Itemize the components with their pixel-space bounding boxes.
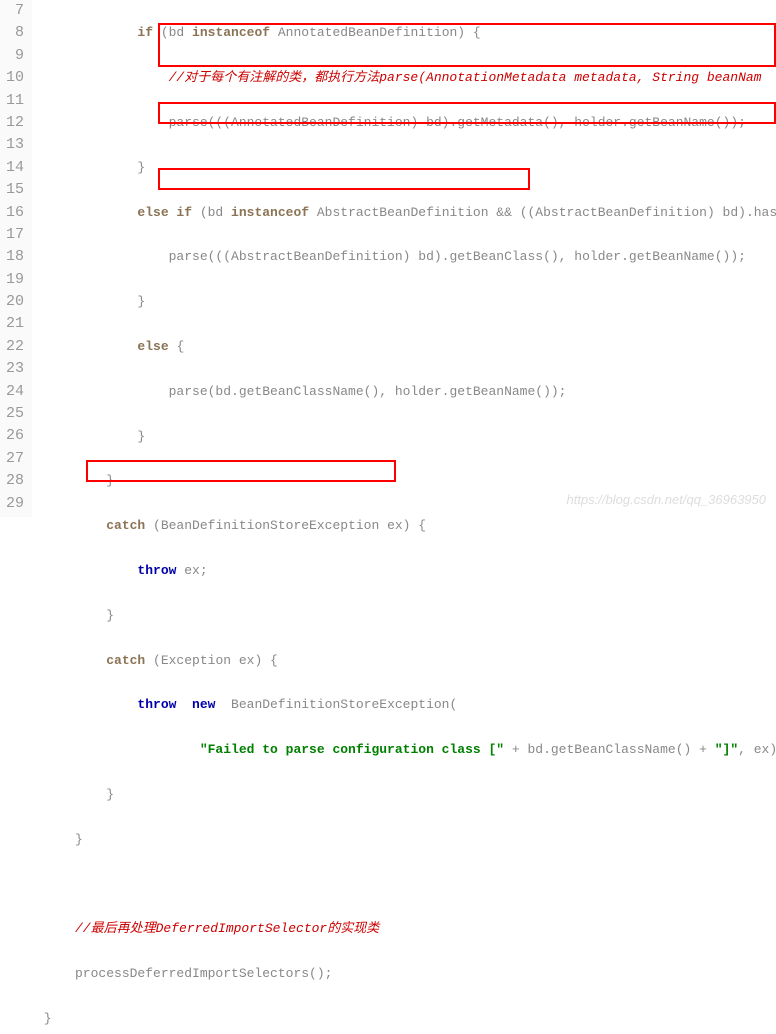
code-line: //最后再处理DeferredImportSelector的实现类 <box>36 918 776 940</box>
ln: 24 <box>0 381 24 403</box>
ln: 29 <box>0 493 24 515</box>
code-line: } <box>36 605 776 627</box>
code-line: if (bd instanceof AnnotatedBeanDefinitio… <box>36 22 776 44</box>
ln: 28 <box>0 470 24 492</box>
ln: 27 <box>0 448 24 470</box>
ln: 26 <box>0 425 24 447</box>
ln: 12 <box>0 112 24 134</box>
code-line: catch (BeanDefinitionStoreException ex) … <box>36 515 776 537</box>
ln: 23 <box>0 358 24 380</box>
ln: 9 <box>0 45 24 67</box>
code-area: if (bd instanceof AnnotatedBeanDefinitio… <box>32 0 776 517</box>
ln: 25 <box>0 403 24 425</box>
ln: 21 <box>0 313 24 335</box>
ln: 19 <box>0 269 24 291</box>
code-line: throw new BeanDefinitionStoreException( <box>36 694 776 716</box>
code-line: else if (bd instanceof AbstractBeanDefin… <box>36 202 776 224</box>
code-line: parse(bd.getBeanClassName(), holder.getB… <box>36 381 776 403</box>
code-line: parse(((AbstractBeanDefinition) bd).getB… <box>36 246 776 268</box>
code-line: } <box>36 1008 776 1030</box>
code-line: } <box>36 157 776 179</box>
code-line: parse(((AnnotatedBeanDefinition) bd).get… <box>36 112 776 134</box>
ln: 20 <box>0 291 24 313</box>
ln: 8 <box>0 22 24 44</box>
code-line: } <box>36 470 776 492</box>
line-number-gutter: 7 8 9 10 11 12 13 14 15 16 17 18 19 20 2… <box>0 0 32 517</box>
ln: 11 <box>0 90 24 112</box>
code-line <box>36 874 776 896</box>
ln: 13 <box>0 134 24 156</box>
ln: 15 <box>0 179 24 201</box>
code-line: } <box>36 426 776 448</box>
ln: 14 <box>0 157 24 179</box>
code-line: //对于每个有注解的类，都执行方法parse(AnnotationMetadat… <box>36 67 776 89</box>
watermark: https://blog.csdn.net/qq_36963950 <box>567 492 767 507</box>
ln: 7 <box>0 0 24 22</box>
ln: 17 <box>0 224 24 246</box>
code-line: catch (Exception ex) { <box>36 650 776 672</box>
code-line: processDeferredImportSelectors(); <box>36 963 776 985</box>
code-line: throw ex; <box>36 560 776 582</box>
ln: 10 <box>0 67 24 89</box>
ln: 16 <box>0 202 24 224</box>
ln: 18 <box>0 246 24 268</box>
code-line: } <box>36 784 776 806</box>
ln: 22 <box>0 336 24 358</box>
code-line: } <box>36 291 776 313</box>
code-line: "Failed to parse configuration class [" … <box>36 739 776 761</box>
code-line: else { <box>36 336 776 358</box>
code-line: } <box>36 829 776 851</box>
